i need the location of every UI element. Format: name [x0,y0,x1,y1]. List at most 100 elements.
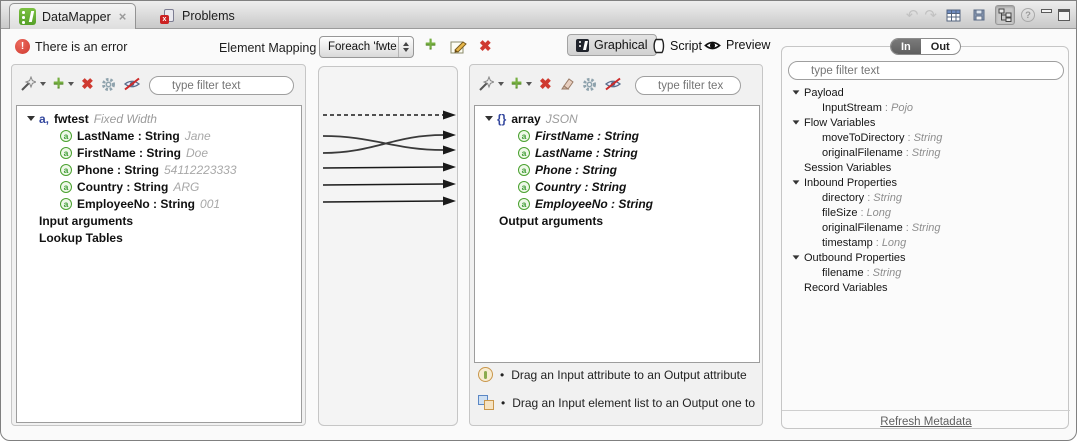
attribute-icon [60,147,72,159]
tree-row[interactable]: FirstName : String Doe [17,144,301,161]
input-tree: fwtest Fixed Width LastName : String Jan… [16,105,302,423]
graphical-view-button[interactable]: Graphical [567,34,657,56]
expanded-arrow-icon[interactable] [793,90,800,94]
tree-row[interactable]: originalFilename:String [788,220,1064,235]
tree-row[interactable]: directory:String [788,190,1064,205]
delete-field-icon[interactable] [539,77,552,92]
gear-icon[interactable] [101,77,116,92]
error-icon [15,39,30,54]
tree-row[interactable]: originalFilename:String [788,145,1064,160]
gear-icon[interactable] [582,77,597,92]
tree-row-payload[interactable]: Payload [788,85,1064,100]
save-icon[interactable] [969,5,989,25]
expanded-arrow-icon[interactable] [793,120,800,124]
script-icon [652,38,665,54]
tab-problems[interactable]: x Problems [151,3,244,29]
attribute-icon [60,164,72,176]
delete-field-icon[interactable] [81,77,94,92]
tree-view-icon[interactable] [995,5,1015,25]
attribute-list-icon [39,112,49,126]
wand-icon[interactable] [20,76,36,92]
tree-row[interactable]: FirstName : String [475,127,759,144]
root-name: array [511,112,540,126]
tree-row-output-arguments[interactable]: Output arguments [475,212,759,229]
chevron-down-icon[interactable] [498,82,504,86]
input-filter-field[interactable] [149,76,294,95]
tree-row[interactable]: Country : String [475,178,759,195]
redo-icon[interactable]: ↷ [924,8,937,23]
tree-row-record-variables[interactable]: Record Variables [788,280,1064,295]
expanded-arrow-icon[interactable] [793,255,800,259]
tab-datamapper[interactable]: DataMapper × [9,3,136,29]
expanded-arrow-icon[interactable] [27,116,35,121]
hint-drag-attribute: • Drag an Input attribute to an Output a… [478,367,760,382]
tree-row-input-arguments[interactable]: Input arguments [17,212,301,229]
script-view-button[interactable]: Script [652,38,702,54]
hide-eye-icon[interactable] [604,77,622,91]
edit-mapping-icon[interactable] [450,39,467,60]
divider [782,410,1070,411]
metadata-filter-field[interactable] [788,61,1064,80]
drag-attribute-icon [478,367,493,382]
drag-element-list-icon [478,395,494,410]
chevron-down-icon[interactable] [40,82,46,86]
output-filter-field[interactable] [635,76,741,95]
toggle-in[interactable]: In [891,39,921,54]
tab-label: Problems [182,9,235,23]
tree-row-root[interactable]: array JSON [475,110,759,127]
tree-row[interactable]: Phone : String 54112223333 [17,161,301,178]
hint-drag-element-list: • Drag an Input element list to an Outpu… [478,395,760,410]
tree-row[interactable]: moveToDirectory:String [788,130,1064,145]
tree-row-session-variables[interactable]: Session Variables [788,160,1064,175]
tree-row[interactable]: EmployeeNo : String 001 [17,195,301,212]
tree-row[interactable]: Phone : String [475,161,759,178]
undo-icon[interactable]: ↶ [906,8,919,23]
delete-mapping-icon[interactable] [479,39,492,54]
tree-row[interactable]: LastName : String Jane [17,127,301,144]
tree-row-flow-variables[interactable]: Flow Variables [788,115,1064,130]
chevron-down-icon[interactable] [68,82,74,86]
mapping-canvas[interactable] [318,66,458,426]
add-mapping-icon[interactable] [425,37,436,53]
help-icon[interactable] [1021,8,1035,22]
tree-row[interactable]: InputStream:Pojo [788,100,1064,115]
chevron-down-icon[interactable] [526,82,532,86]
maximize-icon[interactable] [1058,9,1070,21]
wand-icon[interactable] [478,76,494,92]
tab-label: DataMapper [42,10,111,24]
root-type: Fixed Width [94,112,157,126]
add-field-icon[interactable] [53,76,64,92]
attribute-icon [60,198,72,210]
hide-eye-icon[interactable] [123,77,141,91]
tree-row[interactable]: EmployeeNo : String [475,195,759,212]
tree-row[interactable]: LastName : String [475,144,759,161]
graphical-label: Graphical [594,38,648,52]
tree-row-outbound-properties[interactable]: Outbound Properties [788,250,1064,265]
tree-row-lookup-tables[interactable]: Lookup Tables [17,229,301,246]
close-icon[interactable]: × [119,9,127,24]
element-mapping-select[interactable]: Foreach 'fwte [319,36,414,58]
tree-row-root[interactable]: fwtest Fixed Width [17,110,301,127]
expanded-arrow-icon[interactable] [793,180,800,184]
tree-row[interactable]: filename:String [788,265,1064,280]
script-label: Script [670,39,702,53]
root-name: fwtest [54,112,89,126]
element-mapping-label: Element Mapping [219,41,316,55]
preview-eye-icon [704,39,721,52]
error-message: There is an error [35,40,127,54]
minimize-icon[interactable] [1041,9,1052,13]
tree-row[interactable]: timestamp:Long [788,235,1064,250]
tree-row[interactable]: Country : String ARG [17,178,301,195]
expanded-arrow-icon[interactable] [485,116,493,121]
add-field-icon[interactable] [511,76,522,92]
output-tree: array JSON FirstName : String LastName :… [474,105,760,363]
attribute-icon [518,147,530,159]
tree-row-inbound-properties[interactable]: Inbound Properties [788,175,1064,190]
eraser-icon[interactable] [559,77,575,91]
refresh-metadata-link[interactable]: Refresh Metadata [782,416,1070,428]
table-view-icon[interactable] [943,5,963,25]
toggle-out[interactable]: Out [921,39,960,54]
tree-row[interactable]: fileSize:Long [788,205,1064,220]
preview-view-button[interactable]: Preview [704,38,770,52]
datamapper-icon [19,8,36,25]
